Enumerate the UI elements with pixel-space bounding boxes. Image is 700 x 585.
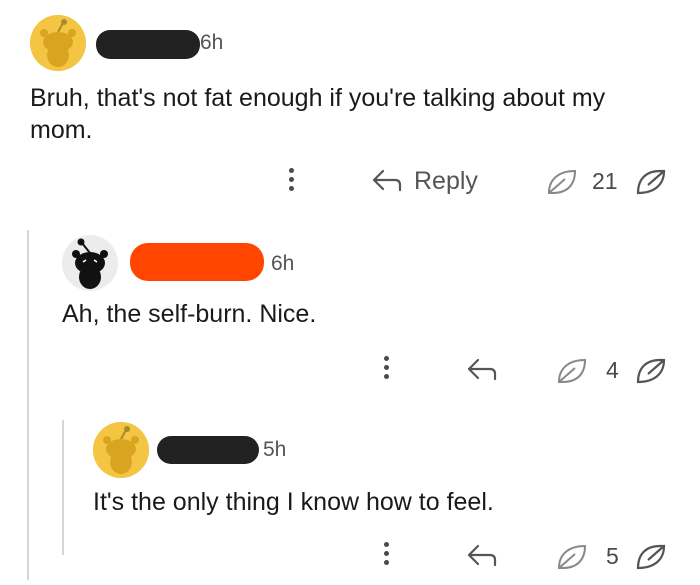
comment-timestamp: 6h [271,252,295,275]
comment-body: It's the only thing I know how to feel. [93,488,494,516]
redacted-username[interactable] [157,436,259,464]
user-avatar[interactable] [93,422,149,478]
snoo-avatar-icon [30,15,86,71]
downvote-leaf-icon[interactable] [634,167,668,197]
more-options-icon[interactable] [384,356,390,383]
reply-button[interactable]: Reply [414,167,478,196]
more-options-icon[interactable] [289,168,295,195]
vote-count: 21 [592,168,618,194]
reply-arrow-icon[interactable] [371,168,403,192]
downvote-leaf-icon[interactable] [634,542,668,572]
thread-line[interactable] [27,230,29,580]
thread-line[interactable] [62,420,64,555]
vote-count: 5 [606,543,619,569]
more-options-icon[interactable] [384,542,390,569]
user-avatar[interactable] [30,15,86,71]
redacted-username[interactable] [96,30,200,59]
downvote-leaf-icon[interactable] [634,356,668,386]
user-avatar[interactable] [62,235,118,291]
comment-timestamp: 6h [200,31,224,54]
upvote-leaf-icon[interactable] [545,167,579,197]
comment-timestamp: 5h [263,438,287,461]
reply-arrow-icon[interactable] [466,357,498,381]
comment-body: Ah, the self-burn. Nice. [62,300,317,328]
snoo-avatar-icon [62,235,118,291]
redacted-username[interactable] [130,243,264,281]
vote-count: 4 [606,357,619,383]
snoo-avatar-icon [93,422,149,478]
reply-arrow-icon[interactable] [466,543,498,567]
comment-body: Bruh, that's not fat enough if you're ta… [30,84,606,144]
upvote-leaf-icon[interactable] [555,542,589,572]
upvote-leaf-icon[interactable] [555,356,589,386]
